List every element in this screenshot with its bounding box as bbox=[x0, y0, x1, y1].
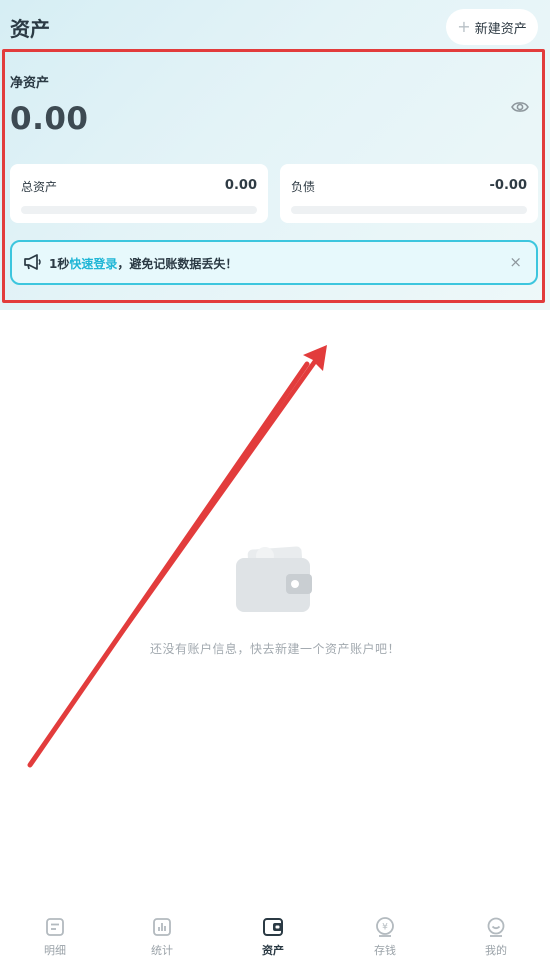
net-assets-label: 净资产 bbox=[10, 76, 50, 91]
tab-savings-label: 存钱 bbox=[374, 944, 396, 957]
liabilities-card[interactable]: 负债 -0.00 bbox=[280, 164, 538, 223]
page-title: 资产 bbox=[10, 17, 50, 41]
megaphone-icon bbox=[24, 254, 41, 270]
liabilities-label: 负债 bbox=[291, 180, 316, 194]
tab-statistics[interactable]: 统计 bbox=[107, 905, 217, 963]
liabilities-bar bbox=[291, 206, 527, 214]
net-assets-value: 0.00 bbox=[10, 101, 89, 137]
login-banner[interactable]: 1秒快速登录，避免记账数据丢失！ × bbox=[10, 240, 538, 285]
total-assets-bar bbox=[21, 206, 257, 214]
savings-icon: ¥ bbox=[376, 917, 394, 937]
total-assets-label: 总资产 bbox=[21, 180, 58, 194]
profile-icon bbox=[487, 917, 505, 937]
close-icon[interactable]: × bbox=[509, 253, 522, 271]
eye-icon[interactable] bbox=[511, 100, 529, 114]
tab-details-label: 明细 bbox=[44, 944, 66, 957]
tab-profile[interactable]: 我的 bbox=[441, 905, 550, 963]
tab-assets[interactable]: 资产 bbox=[218, 905, 328, 963]
plus-icon: + bbox=[457, 17, 471, 36]
svg-text:¥: ¥ bbox=[382, 923, 388, 933]
chart-icon bbox=[153, 918, 171, 936]
tab-profile-label: 我的 bbox=[485, 944, 507, 957]
quick-login-link[interactable]: 快速登录 bbox=[69, 257, 117, 271]
bottom-tab-bar: 明细 统计 资产 ¥ 存钱 我的 bbox=[0, 905, 550, 963]
tab-assets-label: 资产 bbox=[262, 944, 284, 957]
banner-prefix: 1秒 bbox=[49, 257, 70, 271]
banner-text: 1秒快速登录，避免记账数据丢失！ bbox=[49, 255, 237, 272]
total-assets-value: 0.00 bbox=[224, 178, 257, 193]
new-asset-label: 新建资产 bbox=[474, 21, 527, 37]
new-asset-button[interactable]: + 新建资产 bbox=[446, 9, 538, 45]
header: 资产 + 新建资产 bbox=[0, 0, 550, 52]
empty-state-text: 还没有账户信息，快去新建一个资产账户吧！ bbox=[149, 642, 400, 656]
wallet-icon bbox=[263, 918, 283, 936]
tab-details[interactable]: 明细 bbox=[0, 905, 110, 963]
liabilities-value: -0.00 bbox=[489, 178, 527, 193]
empty-wallet-icon bbox=[236, 546, 312, 612]
tab-savings[interactable]: ¥ 存钱 bbox=[330, 905, 440, 963]
total-assets-card[interactable]: 总资产 0.00 bbox=[10, 164, 268, 223]
tab-statistics-label: 统计 bbox=[151, 944, 173, 957]
list-icon bbox=[46, 918, 64, 936]
banner-suffix: ，避免记账数据丢失！ bbox=[117, 257, 238, 271]
